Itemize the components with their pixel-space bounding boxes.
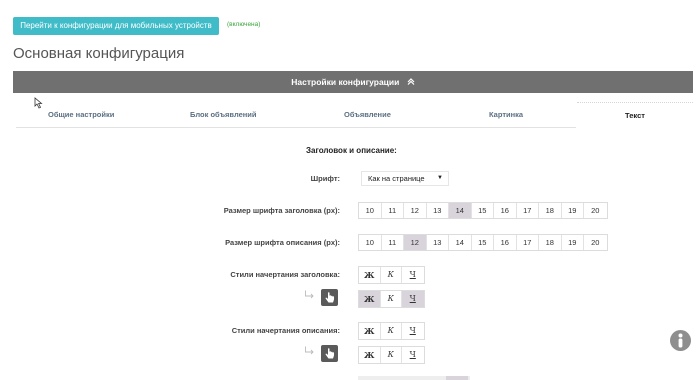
bold-style-button[interactable]: Ж (359, 291, 381, 307)
bold-style-button[interactable]: Ж (359, 323, 381, 339)
tab-ad[interactable]: Объявление (344, 110, 391, 119)
size-option[interactable]: 11 (381, 235, 404, 250)
font-label: Шрифт: (310, 174, 340, 183)
page-title: Основная конфигурация (13, 45, 185, 62)
italic-style-button[interactable]: К (380, 267, 402, 283)
config-settings-bar[interactable]: Настройки конфигурации (13, 71, 693, 93)
title-styles-selector-preview: ЖКЧ (358, 290, 425, 308)
corner-arrow-icon (305, 290, 314, 299)
size-option[interactable]: 19 (561, 203, 584, 218)
size-option[interactable]: 14 (449, 203, 472, 218)
desc-size-label: Размер шрифта описания (px): (225, 238, 340, 247)
underline-style-button[interactable]: Ч (402, 267, 424, 283)
size-option[interactable]: 20 (584, 203, 607, 218)
title-size-label: Размер шрифта заголовка (px): (223, 206, 340, 215)
font-select[interactable]: Как на странице ▼ (361, 171, 449, 186)
hand-pointer-icon (325, 292, 334, 303)
desc-styles-selector: ЖКЧ (358, 322, 425, 340)
config-bar-label: Настройки конфигурации (291, 77, 400, 87)
bold-style-button[interactable]: Ж (359, 267, 381, 283)
title-styles-label: Стили начертания заголовка: (230, 270, 340, 279)
title-styles-selector: ЖКЧ (358, 266, 425, 284)
size-option[interactable]: 17 (516, 235, 539, 250)
size-option[interactable]: 12 (404, 235, 427, 250)
size-option[interactable]: 13 (426, 235, 449, 250)
hand-pointer-button[interactable] (321, 289, 338, 306)
size-option[interactable]: 13 (426, 203, 449, 218)
desc-styles-selector-preview: ЖКЧ (358, 346, 425, 364)
desc-size-selector: 10 11 12 13 14 15 16 17 18 19 20 (358, 234, 608, 251)
section-heading: Заголовок и описание: (306, 146, 397, 155)
size-option[interactable]: 20 (584, 235, 607, 250)
hand-pointer-icon (325, 348, 334, 359)
italic-style-button[interactable]: К (380, 323, 402, 339)
size-option[interactable]: 18 (539, 203, 562, 218)
chevron-up-icon (407, 71, 415, 93)
mobile-status-label: (включена) (227, 21, 261, 28)
tab-general[interactable]: Общие настройки (48, 110, 114, 119)
size-option[interactable]: 19 (561, 235, 584, 250)
size-option[interactable]: 15 (471, 235, 494, 250)
desc-styles-label: Стили начертания описания: (231, 326, 340, 335)
size-option[interactable]: 16 (494, 235, 517, 250)
font-select-value: Как на странице (368, 174, 425, 183)
select-caret-icon: ▼ (437, 175, 443, 181)
size-option[interactable]: 10 (359, 203, 382, 218)
underline-style-button[interactable]: Ч (402, 347, 424, 363)
size-option[interactable]: 18 (539, 235, 562, 250)
underline-style-button[interactable]: Ч (402, 291, 424, 307)
size-option[interactable]: 10 (359, 235, 382, 250)
tabs-divider (16, 127, 576, 128)
tab-text[interactable]: Текст (577, 102, 693, 128)
info-icon[interactable] (670, 330, 691, 351)
next-row-partial (358, 376, 470, 380)
size-option[interactable]: 16 (494, 203, 517, 218)
hand-pointer-button[interactable] (321, 345, 338, 362)
tab-ad-block[interactable]: Блок объявлений (190, 110, 257, 119)
italic-style-button[interactable]: К (380, 347, 402, 363)
tabs: Общие настройки Блок объявлений Объявлен… (13, 102, 693, 128)
tab-image[interactable]: Картинка (489, 110, 523, 119)
size-option[interactable]: 14 (449, 235, 472, 250)
italic-style-button[interactable]: К (380, 291, 402, 307)
mobile-config-button[interactable]: Перейти к конфигурации для мобильных уст… (13, 17, 219, 35)
title-size-selector: 10 11 12 13 14 15 16 17 18 19 20 (358, 202, 608, 219)
size-option[interactable]: 11 (381, 203, 404, 218)
underline-style-button[interactable]: Ч (402, 323, 424, 339)
size-option[interactable]: 15 (471, 203, 494, 218)
size-option[interactable]: 17 (516, 203, 539, 218)
size-option[interactable]: 12 (404, 203, 427, 218)
bold-style-button[interactable]: Ж (359, 347, 381, 363)
corner-arrow-icon (305, 346, 314, 355)
